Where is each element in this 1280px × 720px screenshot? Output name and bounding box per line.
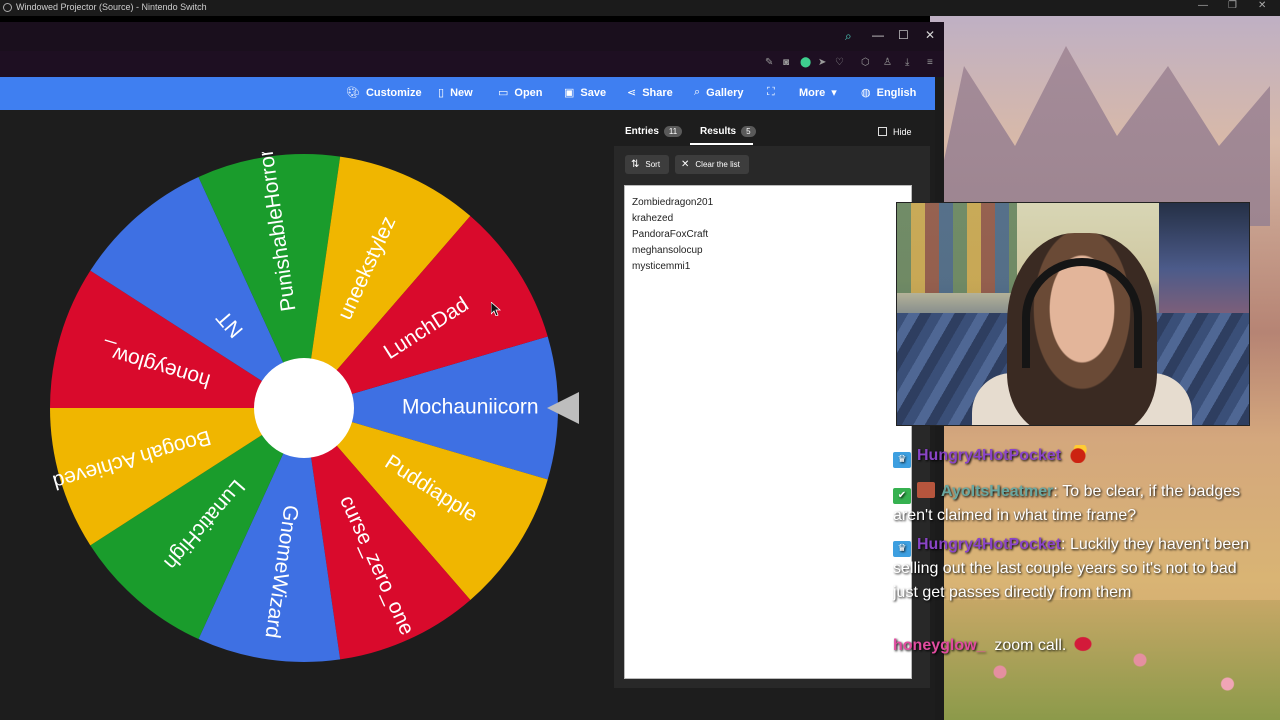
- list-item: PandoraFoxCraft: [632, 229, 709, 240]
- user-icon[interactable]: ♙: [883, 57, 892, 68]
- ladybug-emote-icon: [1067, 445, 1090, 463]
- palette-icon: 🎨︎: [346, 87, 360, 99]
- globe-icon: ◍: [861, 87, 871, 99]
- list-item: meghansolocup: [632, 245, 703, 256]
- webcam-overlay: [896, 202, 1250, 426]
- more-label: More: [799, 86, 826, 99]
- crown-badge-icon: ♛: [893, 452, 911, 468]
- chat-message: ♛ Hungry4HotPocket: [893, 444, 1258, 468]
- os-minimize-button[interactable]: —: [1198, 0, 1208, 11]
- open-button[interactable]: ▭ Open: [498, 86, 543, 100]
- active-tab-indicator: [690, 143, 753, 145]
- chat-message: ♛ Hungry4HotPocket: Luckily they haven't …: [893, 533, 1258, 605]
- search-icon[interactable]: ⌕: [845, 29, 852, 44]
- share-label: Share: [642, 86, 673, 99]
- customize-button[interactable]: 🎨︎ Customize: [346, 86, 422, 100]
- chat-separator: :: [1061, 536, 1066, 553]
- download-icon[interactable]: ⤓: [905, 57, 909, 68]
- lips-emote-icon: [1072, 635, 1095, 653]
- app-icon: [3, 3, 12, 12]
- wall-posters: [897, 203, 1017, 293]
- character-hair-art: [930, 46, 1270, 226]
- mouse-cursor-icon: [491, 302, 501, 316]
- chat-message: honeyglow_ zoom call.: [893, 634, 1258, 658]
- browser-toolbar: ✎ ◙ ⬤ ➤ ♡ ⬡ ♙ ⤓ ≡: [0, 51, 944, 77]
- share-icon: ⋖: [627, 87, 637, 99]
- headset: [1022, 258, 1142, 368]
- sort-button[interactable]: ⇅ Sort: [625, 155, 669, 174]
- emote-badge-icon: [917, 482, 935, 498]
- hide-label: Hide: [893, 127, 912, 137]
- gallery-label: Gallery: [706, 86, 744, 99]
- check-badge-icon: ✔: [893, 488, 911, 504]
- language-button[interactable]: ◍ English: [861, 86, 917, 100]
- wheel-center-button[interactable]: [254, 358, 354, 458]
- browser-title-bar: ⌕ — ☐ ✕: [0, 22, 944, 51]
- heart-icon[interactable]: ♡: [835, 57, 844, 68]
- chat-overlay: ♛ Hungry4HotPocket ✔ AyoItsHeatmer: To be …: [893, 430, 1263, 660]
- space-poster: [1159, 203, 1249, 313]
- save-button[interactable]: ▣ Save: [564, 86, 607, 100]
- folder-icon: ▭: [498, 87, 509, 99]
- entries-count-badge: 11: [663, 126, 683, 137]
- chat-message: ✔ AyoItsHeatmer: To be clear, if the badg…: [893, 480, 1258, 528]
- chat-username: AyoItsHeatmer: [941, 483, 1054, 500]
- chat-username: honeyglow_: [893, 637, 986, 654]
- edit-icon[interactable]: ✎: [765, 57, 773, 68]
- send-icon[interactable]: ➤: [818, 57, 826, 68]
- sort-label: Sort: [645, 160, 661, 169]
- list-item: krahezed: [632, 213, 674, 224]
- fullscreen-icon: ⛶: [767, 86, 775, 98]
- chat-text: zoom call.: [994, 637, 1067, 654]
- results-textarea[interactable]: Zombiedragon201 krahezed PandoraFoxCraft…: [624, 185, 912, 679]
- tab-entries[interactable]: Entries 11: [625, 126, 683, 137]
- sort-icon: ⇅: [631, 159, 640, 170]
- clear-list-label: Clear the list: [695, 160, 740, 169]
- results-count-badge: 5: [741, 126, 756, 137]
- list-item: mysticemmi1: [632, 261, 691, 272]
- open-label: Open: [514, 86, 543, 99]
- os-close-button[interactable]: ✕: [1258, 0, 1266, 11]
- customize-label: Customize: [365, 86, 422, 99]
- results-list: Zombiedragon201 krahezed PandoraFoxCraft…: [632, 195, 713, 275]
- cube-icon[interactable]: ⬡: [861, 57, 870, 68]
- tab-results-label: Results: [700, 126, 737, 137]
- clear-list-button[interactable]: ✕ Clear the list: [675, 155, 749, 174]
- close-icon: ✕: [681, 159, 690, 170]
- language-label: English: [876, 86, 917, 99]
- fullscreen-button[interactable]: ⛶: [767, 86, 775, 99]
- chevron-down-icon: ▾: [831, 87, 837, 99]
- new-button[interactable]: ▯ New: [438, 86, 473, 100]
- browser-minimize-button[interactable]: —: [872, 28, 884, 42]
- tab-entries-label: Entries: [625, 126, 659, 137]
- browser-maximize-button[interactable]: ☐: [898, 28, 909, 42]
- save-icon: ▣: [564, 87, 575, 99]
- menu-icon[interactable]: ≡: [927, 57, 933, 68]
- hide-checkbox[interactable]: [878, 127, 887, 136]
- chat-username: Hungry4HotPocket: [917, 447, 1062, 464]
- os-window-title: Windowed Projector (Source) - Nintendo S…: [16, 2, 207, 12]
- search-icon: ⌕: [694, 86, 701, 98]
- new-label: New: [450, 86, 473, 99]
- wheel-pointer-icon: [547, 392, 579, 424]
- save-label: Save: [580, 86, 607, 99]
- shield-icon[interactable]: ⬤: [800, 57, 811, 68]
- tab-results[interactable]: Results 5: [700, 126, 756, 137]
- more-button[interactable]: More ▾: [799, 86, 837, 100]
- gallery-button[interactable]: ⌕ Gallery: [694, 86, 743, 99]
- chat-separator: :: [1053, 483, 1058, 500]
- os-restore-button[interactable]: ❐: [1228, 0, 1237, 11]
- file-icon: ▯: [438, 87, 445, 99]
- wheel-segment-label: Mochauniicorn: [402, 396, 539, 419]
- crown-badge-icon: ♛: [893, 541, 911, 557]
- browser-close-button[interactable]: ✕: [925, 28, 935, 42]
- os-title-bar: Windowed Projector (Source) - Nintendo S…: [0, 0, 1280, 16]
- spin-wheel[interactable]: MochauniicornPuddiapplecurse_zero_oneGno…: [48, 152, 560, 664]
- camera-icon[interactable]: ◙: [783, 57, 789, 68]
- list-item: Zombiedragon201: [632, 197, 714, 208]
- share-button[interactable]: ⋖ Share: [627, 86, 673, 100]
- chat-username: Hungry4HotPocket: [917, 536, 1062, 553]
